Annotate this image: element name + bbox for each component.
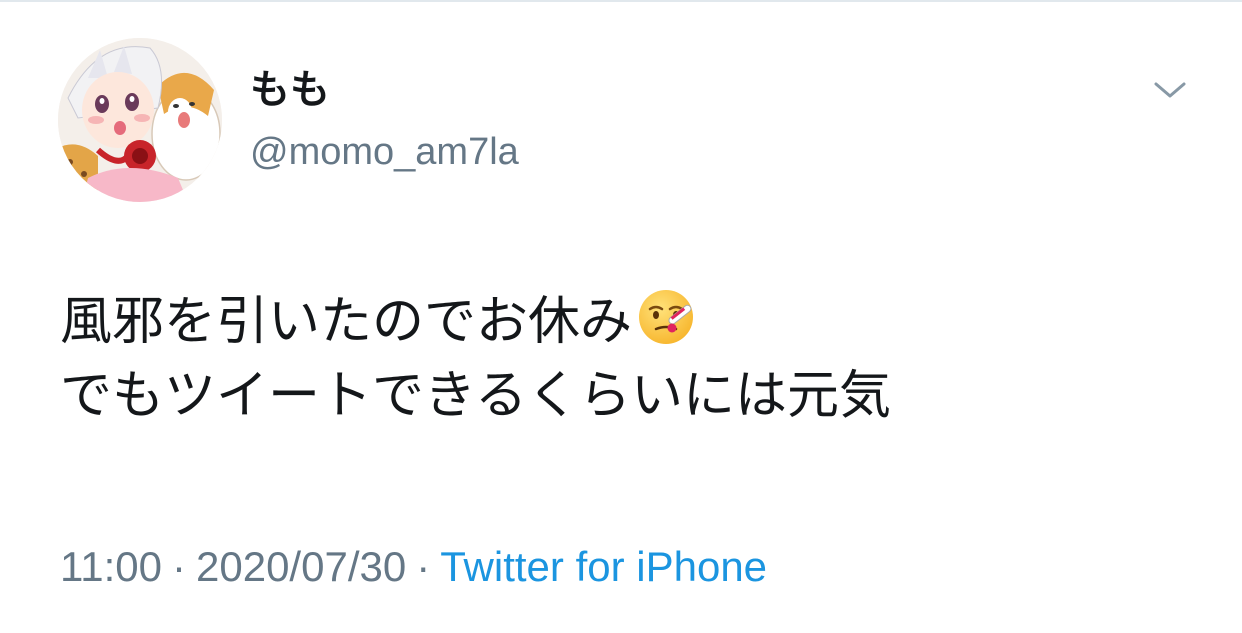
tweet-card: もも @momo_am7la 風邪を引いたのでお休み でもツイートできるくらいに… xyxy=(0,0,1242,633)
tweet-source-link[interactable]: Twitter for iPhone xyxy=(440,543,767,590)
display-name[interactable]: もも xyxy=(250,62,330,118)
meta-separator: · xyxy=(416,543,431,590)
chevron-down-icon[interactable] xyxy=(1150,70,1190,110)
tweet-time[interactable]: 11:00 xyxy=(60,543,162,590)
tweet-meta: 11:00 · 2020/07/30 · Twitter for iPhone xyxy=(60,538,767,596)
tweet-text-line-2: でもツイートできるくらいには元気 xyxy=(60,366,891,426)
avatar[interactable] xyxy=(58,38,222,202)
tweet-text-line-1-content: 風邪を引いたのでお休み xyxy=(60,292,633,352)
tweet-text: 風邪を引いたのでお休み でもツイートできるくらいには元気 xyxy=(60,285,1190,433)
avatar-image xyxy=(58,38,222,202)
user-handle[interactable]: @momo_am7la xyxy=(250,124,519,180)
face-with-thermometer-icon xyxy=(636,285,698,347)
tweet-text-line-1: 風邪を引いたのでお休み xyxy=(60,285,1190,359)
tweet-date[interactable]: 2020/07/30 xyxy=(196,543,406,590)
meta-separator: · xyxy=(172,543,186,590)
